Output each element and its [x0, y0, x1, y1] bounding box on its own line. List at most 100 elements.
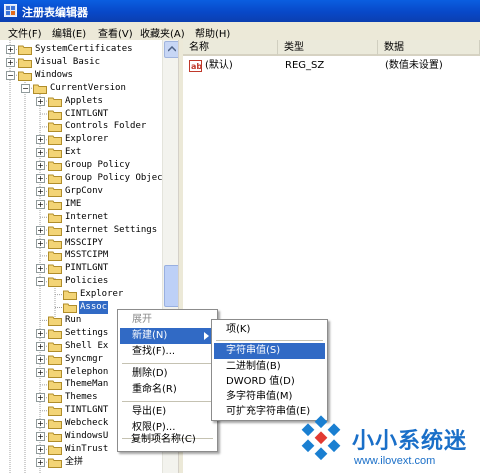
menu-find[interactable]: 查找(F)... [120, 344, 215, 360]
folder-icon [48, 213, 62, 223]
expand-icon[interactable]: + [36, 444, 45, 454]
tree-item[interactable]: + Group Policy Objec [0, 172, 162, 185]
tree-item-label: Webcheck [65, 418, 109, 429]
expand-icon[interactable]: + [36, 264, 45, 274]
value-type: REG_SZ [285, 60, 325, 71]
tree-item-label: Settings [65, 327, 109, 338]
folder-icon [48, 316, 62, 326]
tree-item[interactable]: + Applets [0, 95, 162, 108]
menu-favorites[interactable]: 收藏夹(A) [140, 25, 185, 40]
tree-item[interactable]: + GrpConv [0, 185, 162, 198]
submenu-dword-value[interactable]: DWORD 值(D) [214, 374, 325, 390]
collapse-icon[interactable]: − [21, 83, 30, 93]
folder-icon [18, 45, 32, 55]
tree-item-label: Ext [65, 147, 82, 158]
tree-item[interactable]: + Group Policy [0, 159, 162, 172]
submenu-binary-value[interactable]: 二进制值(B) [214, 359, 325, 375]
collapse-icon[interactable]: − [36, 277, 45, 287]
expand-icon[interactable]: + [36, 96, 45, 106]
tree-item[interactable]: Internet [0, 211, 162, 224]
tree-item[interactable]: + Visual Basic [0, 56, 162, 69]
tree-item-label: Themes [65, 392, 98, 403]
tree-item[interactable]: CINTLGNT [0, 108, 162, 121]
menu-view[interactable]: 查看(V) [98, 25, 133, 40]
column-data-header[interactable]: 数据 [378, 40, 480, 56]
submenu-multi-string-value[interactable]: 多字符串值(M) [214, 389, 325, 405]
tree-item[interactable]: + Internet Settings [0, 224, 162, 237]
menu-help[interactable]: 帮助(H) [195, 25, 230, 40]
tree-item-label: GrpConv [65, 185, 103, 196]
menu-export[interactable]: 导出(E) [120, 404, 215, 420]
tree-item-label: MSSTCIPM [65, 250, 109, 261]
folder-icon [48, 458, 62, 468]
expand-icon[interactable]: + [36, 199, 45, 209]
column-type-header[interactable]: 类型 [278, 40, 378, 56]
tree-item[interactable]: − CurrentVersion [0, 82, 162, 95]
tree-item[interactable]: MSSTCIPM [0, 249, 162, 262]
collapse-icon[interactable]: − [6, 70, 15, 80]
submenu-key[interactable]: 项(K) [214, 322, 325, 338]
watermark-title: 小小系统迷 [352, 429, 468, 454]
tree-item-label: SystemCertificates [35, 44, 133, 54]
expand-icon[interactable]: + [36, 367, 45, 377]
tree-item[interactable]: + IME [0, 198, 162, 211]
tree-item[interactable]: + PINTLGNT [0, 262, 162, 275]
tree-item[interactable]: Explorer [0, 288, 162, 301]
tree-item[interactable]: + Explorer [0, 133, 162, 146]
expand-icon[interactable]: + [36, 148, 45, 158]
expand-icon[interactable]: + [36, 457, 45, 467]
expand-icon[interactable]: + [36, 135, 45, 145]
expand-icon[interactable]: + [36, 186, 45, 196]
column-name-header[interactable]: 名称 [183, 40, 278, 56]
value-name: (默认) [205, 60, 233, 71]
folder-icon [48, 226, 62, 236]
tree-item-label: Group Policy [65, 160, 131, 171]
tree-item-label: Shell Ex [65, 340, 109, 351]
folder-icon [48, 445, 62, 455]
menu-expand[interactable]: 展开 [120, 312, 215, 328]
window-title: 注册表编辑器 [22, 6, 88, 19]
folder-icon [48, 161, 62, 172]
expand-icon[interactable]: + [36, 174, 45, 183]
expand-icon[interactable]: + [6, 57, 15, 67]
tree-item[interactable]: + 全拼 [0, 456, 162, 469]
expand-icon[interactable]: + [36, 354, 45, 364]
menu-delete[interactable]: 删除(D) [120, 366, 215, 382]
folder-open-icon [33, 84, 47, 94]
tree-item-label: Run [65, 314, 82, 325]
folder-icon [48, 110, 62, 120]
expand-icon[interactable]: + [36, 419, 45, 429]
expand-icon[interactable]: + [36, 225, 45, 235]
menu-edit[interactable]: 编辑(E) [52, 25, 86, 40]
value-row[interactable]: ab (默认) REG_SZ (数值未设置) [183, 58, 480, 74]
menu-new[interactable]: 新建(N) [120, 328, 215, 344]
tree-item[interactable]: + Ext [0, 146, 162, 159]
expand-icon[interactable]: + [36, 328, 45, 338]
menu-copy-key-name[interactable]: 复制项名称(C) [119, 432, 214, 448]
folder-icon [48, 97, 62, 107]
tree-item[interactable]: + MSSCIPY [0, 237, 162, 250]
tree-item[interactable]: + SystemCertificates [0, 43, 162, 56]
folder-icon [48, 393, 62, 404]
tree-item[interactable]: − Policies [0, 275, 162, 288]
tree-item-label: WinTrust [65, 443, 109, 454]
folder-open-icon [18, 71, 32, 81]
menu-rename[interactable]: 重命名(R) [120, 382, 215, 398]
tree-item[interactable]: − Windows [0, 69, 162, 82]
tree-item[interactable]: Controls Folder [0, 120, 162, 133]
expand-icon[interactable]: + [36, 432, 45, 441]
tree-item-label: Syncmgr [65, 353, 103, 364]
expand-icon[interactable]: + [36, 161, 45, 171]
expand-icon[interactable]: + [6, 45, 15, 54]
tree-item-label: CurrentVersion [50, 82, 126, 93]
tree-item-label: Assoc [79, 301, 109, 314]
menu-file[interactable]: 文件(F) [8, 25, 42, 40]
expand-icon[interactable]: + [36, 341, 45, 351]
tree-item-label: Windows [35, 69, 73, 80]
expand-icon[interactable]: + [36, 238, 45, 248]
submenu-string-value[interactable]: 字符串值(S) [214, 343, 325, 359]
folder-icon [48, 251, 62, 262]
menu-separator [122, 363, 213, 364]
tree-item-label: ThemeMan [65, 379, 109, 390]
expand-icon[interactable]: + [36, 393, 45, 403]
